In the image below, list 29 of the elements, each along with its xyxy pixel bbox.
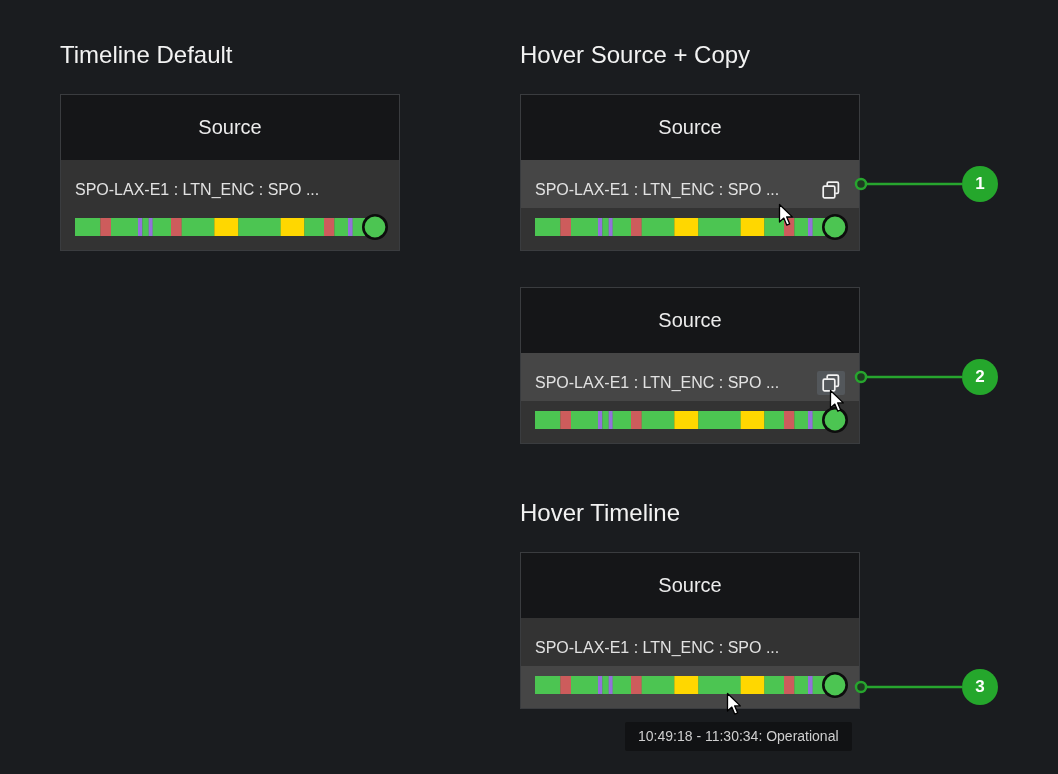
copy-icon <box>822 374 840 392</box>
cursor-icon <box>726 692 742 716</box>
source-name: SPO-LAX-E1 : LTN_ENC : SPO ... <box>535 638 780 658</box>
status-dot-icon <box>822 214 848 240</box>
status-dot-icon <box>822 407 848 433</box>
status-timeline[interactable] <box>75 218 365 236</box>
source-name: SPO-LAX-E1 : LTN_ENC : SPO ... <box>535 373 780 393</box>
status-timeline[interactable] <box>535 676 825 694</box>
callout-badge: 3 <box>962 669 998 705</box>
status-timeline[interactable] <box>535 218 825 236</box>
callout-badge: 2 <box>962 359 998 395</box>
source-name: SPO-LAX-E1 : LTN_ENC : SPO ... <box>535 180 780 200</box>
card-header: Source <box>61 95 399 160</box>
card-header: Source <box>521 95 859 160</box>
source-name: SPO-LAX-E1 : LTN_ENC : SPO ... <box>75 180 320 200</box>
cursor-icon <box>829 389 845 413</box>
status-timeline[interactable] <box>535 411 825 429</box>
copy-button[interactable] <box>817 371 845 395</box>
callout-badge: 1 <box>962 166 998 202</box>
cursor-icon <box>778 203 794 227</box>
section-title: Timeline Default <box>60 40 234 70</box>
card-header: Source <box>521 288 859 353</box>
copy-icon <box>822 181 840 199</box>
card-header: Source <box>521 553 859 618</box>
section-title: Hover Timeline <box>520 498 682 528</box>
section-title: Hover Source + Copy <box>520 40 752 70</box>
status-dot-icon <box>362 214 388 240</box>
tooltip: 10:49:18 - 11:30:34: Operational <box>625 722 852 751</box>
status-dot-icon <box>822 672 848 698</box>
